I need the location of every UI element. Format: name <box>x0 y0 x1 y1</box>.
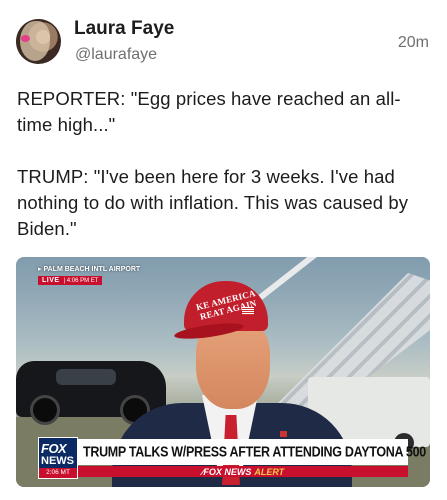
cap-flag-icon <box>242 307 254 315</box>
post-paragraph-1: REPORTER: "Egg prices have reached an al… <box>17 88 401 135</box>
post-body: REPORTER: "Egg prices have reached an al… <box>17 86 431 242</box>
avatar-bow <box>21 35 30 42</box>
fox-news-logo-icon: FOX NEWS 2:06 MT <box>38 437 78 479</box>
news-headline: TRUMP TALKS W/PRESS AFTER ATTENDING DAYT… <box>83 443 426 461</box>
alert-bar: ∕FOX NEWS ALERT <box>78 466 408 477</box>
alert-word: ALERT <box>254 466 285 477</box>
post-paragraph-2: TRUMP: "I've been here for 3 weeks. I've… <box>17 166 409 239</box>
broadcast-location: ▸ PALM BEACH INTL AIRPORT <box>38 266 141 273</box>
author-handle[interactable]: @laurafaye <box>75 46 157 64</box>
car-window <box>56 369 116 385</box>
headline-bar: TRUMP TALKS W/PRESS AFTER ATTENDING DAYT… <box>78 439 426 465</box>
live-strip: LIVE | 4:06 PM ET <box>38 276 103 285</box>
logo-fox-word: FOX <box>41 441 67 456</box>
author-avatar[interactable] <box>16 19 61 64</box>
author-display-name[interactable]: Laura Faye <box>74 18 174 40</box>
car-wheel <box>30 395 60 425</box>
post-timestamp: 20m <box>397 34 429 51</box>
post-media-image[interactable]: KE AMERICA REAT AGAIN ▸ PALM BEACH INTL … <box>16 257 430 487</box>
alert-brand: ∕FOX NEWS <box>201 466 252 477</box>
live-label: LIVE <box>42 277 60 284</box>
logo-time: 2:06 MT <box>39 468 77 478</box>
live-time: | 4:06 PM ET <box>63 277 99 284</box>
logo-news-word: NEWS <box>41 455 74 467</box>
post-header: Laura Faye @laurafaye 20m <box>16 16 431 70</box>
news-lower-third: FOX NEWS 2:06 MT TRUMP TALKS W/PRESS AFT… <box>16 435 430 487</box>
